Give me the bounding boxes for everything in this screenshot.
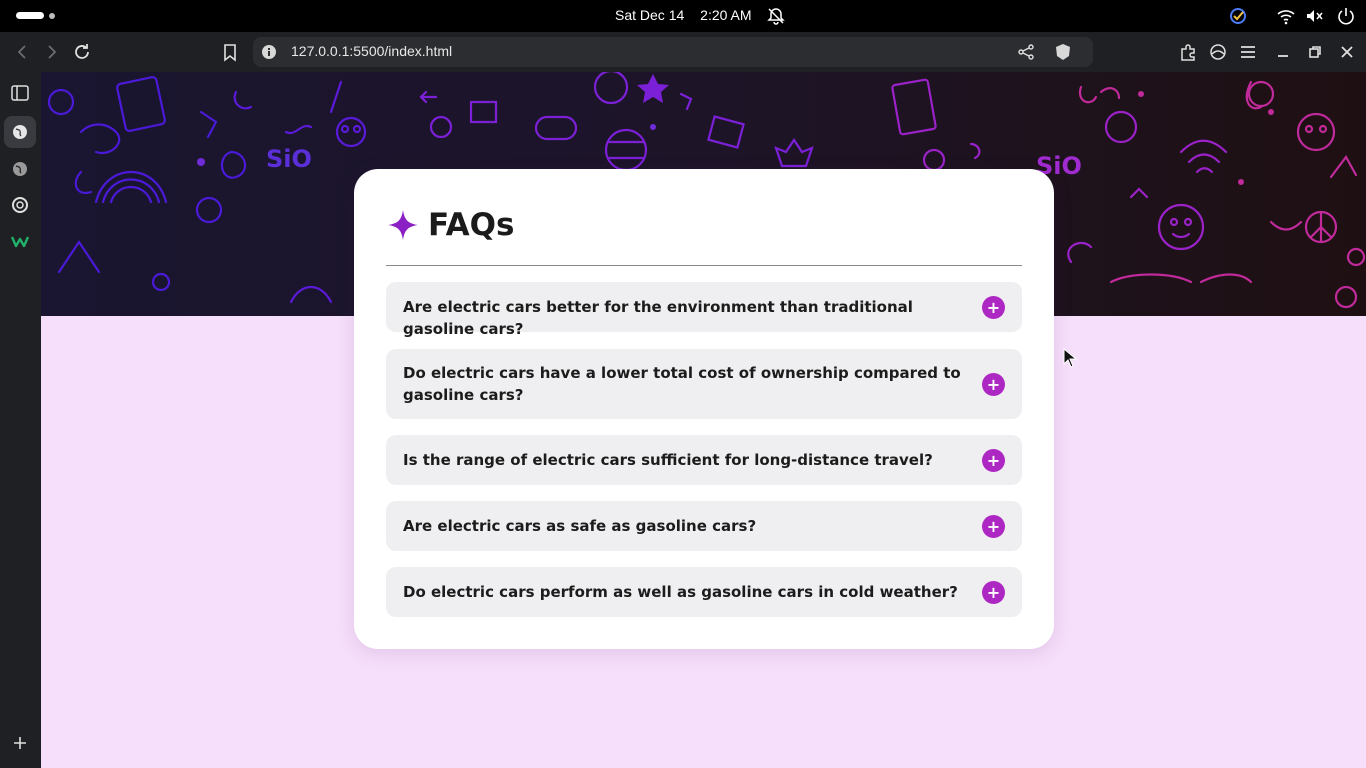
sparkle-star-icon xyxy=(388,210,418,240)
faq-item[interactable]: Are electric cars better for the environ… xyxy=(386,282,1022,338)
page-title: FAQs xyxy=(428,207,515,243)
minimize-icon[interactable] xyxy=(1273,42,1293,62)
expand-plus-icon[interactable]: + xyxy=(982,296,1005,319)
date-label: Sat Dec 14 xyxy=(615,7,685,23)
sidebar-item-w-icon[interactable] xyxy=(10,231,30,251)
web-page: SiO SiO FAQs Are electric cars better fo… xyxy=(41,72,1366,768)
share-icon[interactable] xyxy=(1016,42,1036,62)
url-text[interactable]: 127.0.0.1:5500/index.html xyxy=(291,43,452,59)
menu-icon[interactable] xyxy=(1238,42,1258,62)
sidebar-toggle-icon[interactable] xyxy=(10,83,30,103)
svg-text:SiO: SiO xyxy=(266,145,312,173)
update-check-icon[interactable] xyxy=(1228,6,1248,26)
faq-question[interactable]: Are electric cars as safe as gasoline ca… xyxy=(403,515,963,537)
clock[interactable]: Sat Dec 14 2:20 AM xyxy=(615,7,764,23)
volume-muted-icon[interactable] xyxy=(1304,6,1324,26)
mouse-cursor-icon xyxy=(1063,348,1077,368)
time-label: 2:20 AM xyxy=(700,7,752,23)
os-top-bar: Sat Dec 14 2:20 AM xyxy=(0,0,1366,32)
notifications-muted-icon xyxy=(767,8,785,25)
sidebar-add-icon[interactable] xyxy=(10,733,30,753)
sidebar-item-chatgpt-icon[interactable] xyxy=(10,195,30,215)
expand-plus-icon[interactable]: + xyxy=(982,449,1005,472)
workspace-dot[interactable] xyxy=(49,13,55,19)
faq-question[interactable]: Is the range of electric cars sufficient… xyxy=(403,449,963,471)
leo-ai-icon[interactable] xyxy=(1208,42,1228,62)
faq-header: FAQs xyxy=(386,203,514,247)
wifi-icon[interactable] xyxy=(1276,6,1296,26)
browser-sidebar xyxy=(0,72,41,768)
expand-plus-icon[interactable]: + xyxy=(982,515,1005,538)
close-icon[interactable] xyxy=(1337,42,1357,62)
restore-icon[interactable] xyxy=(1305,42,1325,62)
expand-plus-icon[interactable]: + xyxy=(982,373,1005,396)
sidebar-item-globe2-icon[interactable] xyxy=(10,159,30,179)
back-icon[interactable] xyxy=(12,42,32,62)
sidebar-item-globe-icon[interactable] xyxy=(10,122,30,142)
expand-plus-icon[interactable]: + xyxy=(982,581,1005,604)
extensions-icon[interactable] xyxy=(1178,42,1198,62)
faq-card: FAQs Are electric cars better for the en… xyxy=(354,169,1054,649)
faq-question[interactable]: Do electric cars perform as well as gaso… xyxy=(403,581,963,603)
faq-question[interactable]: Are electric cars better for the environ… xyxy=(403,296,963,340)
site-info-icon[interactable] xyxy=(259,42,279,62)
faq-item[interactable]: Do electric cars perform as well as gaso… xyxy=(386,567,1022,617)
workspace-indicator[interactable] xyxy=(16,12,44,19)
reload-icon[interactable] xyxy=(72,42,92,62)
faq-item[interactable]: Are electric cars as safe as gasoline ca… xyxy=(386,501,1022,551)
forward-icon[interactable] xyxy=(42,42,62,62)
faq-question[interactable]: Do electric cars have a lower total cost… xyxy=(403,362,963,406)
header-divider xyxy=(386,265,1022,266)
power-icon[interactable] xyxy=(1336,6,1356,26)
bookmark-icon[interactable] xyxy=(220,42,240,62)
brave-shield-icon[interactable] xyxy=(1053,42,1073,62)
faq-item[interactable]: Is the range of electric cars sufficient… xyxy=(386,435,1022,485)
faq-item[interactable]: Do electric cars have a lower total cost… xyxy=(386,349,1022,419)
